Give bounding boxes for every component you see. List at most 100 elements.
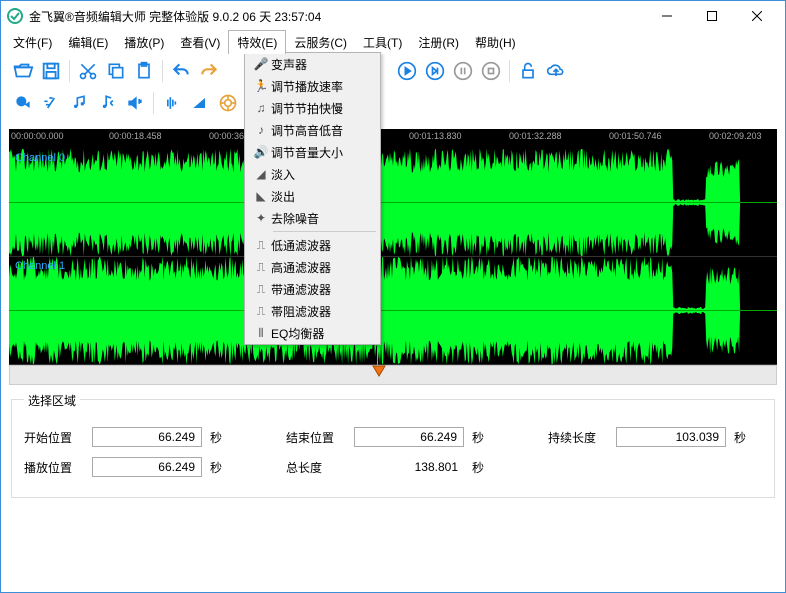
close-button[interactable] xyxy=(734,2,779,30)
menubar: 文件(F) 编辑(E) 播放(P) 查看(V) 特效(E) 云服务(C) 工具(… xyxy=(1,31,785,53)
effect-dropdown: 🎤变声器 🏃调节播放速率 ♫调节节拍快慢 ♪调节高音低音 🔊调节音量大小 ◢淡入… xyxy=(244,52,381,345)
dd-tempo[interactable]: ♫调节节拍快慢 xyxy=(245,97,380,119)
note-icon: ♫ xyxy=(251,101,271,115)
ruler-label: 00:01:50.746 xyxy=(609,131,662,141)
playpos-input[interactable]: 66.249 xyxy=(92,457,202,477)
menu-tool[interactable]: 工具(T) xyxy=(355,31,410,54)
dd-pitch[interactable]: ♪调节高音低音 xyxy=(245,119,380,141)
pitch-button[interactable] xyxy=(93,89,121,117)
dd-label: 高通滤波器 xyxy=(271,259,331,276)
unlock-button[interactable] xyxy=(514,57,542,85)
eq-icon: ⫴ xyxy=(251,326,271,341)
unit-label: 秒 xyxy=(210,459,230,476)
ruler-label: 00:01:32.288 xyxy=(509,131,562,141)
cut-button[interactable] xyxy=(74,57,102,85)
volume-button[interactable] xyxy=(121,89,149,117)
dd-label: 帯阻滤波器 xyxy=(271,303,331,320)
total-value: 138.801 xyxy=(354,458,464,476)
dd-voice-changer[interactable]: 🎤变声器 xyxy=(245,53,380,75)
time-ruler[interactable]: 00:00:00.000 00:00:18.458 00:00:36.915 0… xyxy=(9,129,777,149)
playpos-label: 播放位置 xyxy=(24,459,84,476)
fadein-icon: ◢ xyxy=(251,167,271,181)
play-marker-icon[interactable] xyxy=(372,364,386,381)
dd-volume[interactable]: 🔊调节音量大小 xyxy=(245,141,380,163)
open-button[interactable] xyxy=(9,57,37,85)
duration-label: 持续长度 xyxy=(548,429,608,446)
noise-tool-button[interactable] xyxy=(214,89,242,117)
save-button[interactable] xyxy=(37,57,65,85)
play-loop-button[interactable] xyxy=(421,57,449,85)
menu-help[interactable]: 帮助(H) xyxy=(467,31,524,54)
channel-1[interactable]: Channel 1 xyxy=(9,257,777,365)
unit-label: 秒 xyxy=(210,429,230,446)
dd-lowpass[interactable]: ⎍低通滤波器 xyxy=(245,234,380,256)
channel-0[interactable]: Channel 0 xyxy=(9,149,777,257)
menu-cloud[interactable]: 云服务(C) xyxy=(286,31,355,54)
unit-label: 秒 xyxy=(472,459,492,476)
fadeout-icon: ◣ xyxy=(251,189,271,203)
toolbar-separator xyxy=(509,60,510,82)
menu-play[interactable]: 播放(P) xyxy=(116,31,172,54)
dd-bandpass[interactable]: ⎍带通滤波器 xyxy=(245,278,380,300)
speaker-icon: 🔊 xyxy=(251,145,271,159)
app-icon xyxy=(7,8,23,24)
cloud-button[interactable] xyxy=(542,57,570,85)
stop-button[interactable] xyxy=(477,57,505,85)
menu-register[interactable]: 注册(R) xyxy=(410,31,467,54)
dd-highpass[interactable]: ⎍高通滤波器 xyxy=(245,256,380,278)
dd-speed[interactable]: 🏃调节播放速率 xyxy=(245,75,380,97)
spectrum-button[interactable] xyxy=(158,89,186,117)
unit-label: 秒 xyxy=(472,429,492,446)
dd-label: 低通滤波器 xyxy=(271,237,331,254)
filter-icon: ⎍ xyxy=(251,304,271,319)
minimize-button[interactable] xyxy=(644,2,689,30)
menu-edit[interactable]: 编辑(E) xyxy=(60,31,116,54)
dd-label: EQ均衡器 xyxy=(271,325,324,342)
ruler-label: 00:00:18.458 xyxy=(109,131,162,141)
run-icon: 🏃 xyxy=(251,79,271,93)
dd-fadein[interactable]: ◢淡入 xyxy=(245,163,380,185)
menu-effect[interactable]: 特效(E) xyxy=(228,30,286,54)
toolbar-separator xyxy=(153,92,154,114)
dd-label: 变声器 xyxy=(271,56,307,73)
ruler-label: 00:02:09.203 xyxy=(709,131,762,141)
fadein-tool-button[interactable] xyxy=(186,89,214,117)
unit-label: 秒 xyxy=(734,429,754,446)
paste-button[interactable] xyxy=(130,57,158,85)
duration-input[interactable]: 103.039 xyxy=(616,427,726,447)
speed-button[interactable] xyxy=(37,89,65,117)
start-label: 开始位置 xyxy=(24,429,84,446)
redo-button[interactable] xyxy=(195,57,223,85)
undo-button[interactable] xyxy=(167,57,195,85)
note-icon: ♪ xyxy=(251,123,271,137)
play-button[interactable] xyxy=(393,57,421,85)
dd-label: 带通滤波器 xyxy=(271,281,331,298)
total-label: 总长度 xyxy=(286,459,346,476)
ruler-label: 00:01:13.830 xyxy=(409,131,462,141)
dd-fadeout[interactable]: ◣淡出 xyxy=(245,185,380,207)
pause-button[interactable] xyxy=(449,57,477,85)
end-input[interactable]: 66.249 xyxy=(354,427,464,447)
menu-view[interactable]: 查看(V) xyxy=(172,31,228,54)
dd-eq[interactable]: ⫴EQ均衡器 xyxy=(245,322,380,344)
menu-file[interactable]: 文件(F) xyxy=(5,31,60,54)
record-button[interactable] xyxy=(9,89,37,117)
start-input[interactable]: 66.249 xyxy=(92,427,202,447)
dd-label: 调节节拍快慢 xyxy=(271,100,343,117)
tempo-button[interactable] xyxy=(65,89,93,117)
dd-label: 调节高音低音 xyxy=(271,122,343,139)
toolbar-separator xyxy=(162,60,163,82)
filter-icon: ⎍ xyxy=(251,282,271,297)
dd-denoise[interactable]: ✦去除噪音 xyxy=(245,207,380,229)
dd-label: 调节音量大小 xyxy=(271,144,343,161)
dd-bandstop[interactable]: ⎍帯阻滤波器 xyxy=(245,300,380,322)
selection-panel: 选择区域 开始位置 66.249 秒 结束位置 66.249 秒 持续长度 10… xyxy=(11,399,775,498)
filter-icon: ⎍ xyxy=(251,238,271,253)
waveform-svg xyxy=(9,257,777,364)
maximize-button[interactable] xyxy=(689,2,734,30)
waveform-area[interactable]: Channel 0 Channel 1 xyxy=(9,149,777,365)
filter-icon: ⎍ xyxy=(251,260,271,275)
copy-button[interactable] xyxy=(102,57,130,85)
panel-legend: 选择区域 xyxy=(24,392,80,409)
timeline-scrollbar[interactable] xyxy=(9,365,777,385)
